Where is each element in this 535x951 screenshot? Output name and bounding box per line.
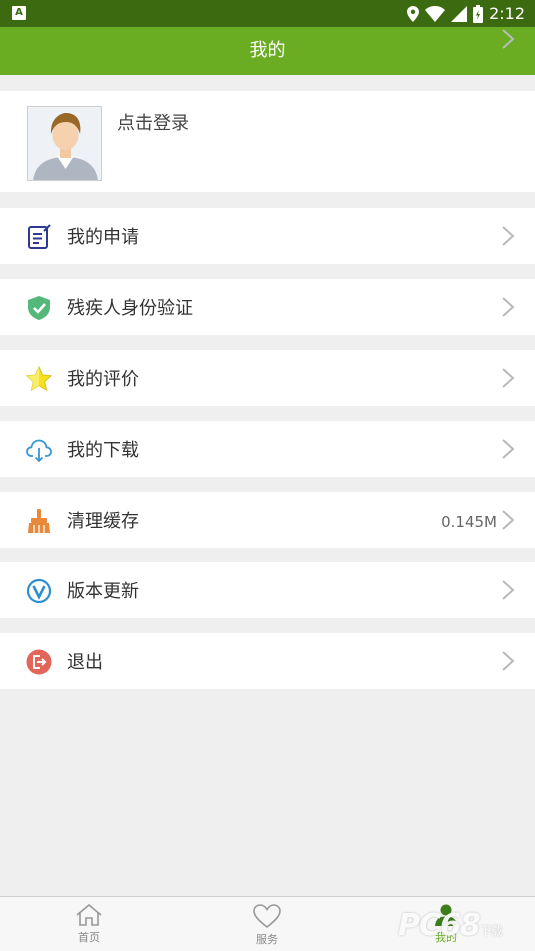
menu-item-my-downloads[interactable]: 我的下载 <box>0 421 535 477</box>
logout-icon <box>26 649 52 675</box>
signal-icon <box>451 5 468 22</box>
menu-item-identity-verification[interactable]: 残疾人身份验证 <box>0 279 535 335</box>
chevron-right-icon <box>502 651 515 671</box>
menu-item-my-applications[interactable]: 我的申请 <box>0 208 535 264</box>
battery-icon <box>473 4 484 23</box>
tab-label: 首页 <box>78 931 100 944</box>
login-text[interactable]: 点击登录 <box>117 109 189 135</box>
menu-item-version-update[interactable]: 版本更新 <box>0 562 535 618</box>
chevron-right-icon <box>502 510 515 530</box>
menu-item-label: 清理缓存 <box>67 511 139 532</box>
chevron-right-icon <box>502 368 515 388</box>
star-icon <box>26 366 52 392</box>
clock: 2:12 <box>489 4 525 23</box>
chevron-right-icon <box>502 297 515 317</box>
home-icon <box>76 903 102 926</box>
avatar[interactable] <box>27 106 102 181</box>
watermark-logo: PC68下载 <box>398 908 503 943</box>
version-update-icon <box>26 578 52 604</box>
heart-icon <box>253 904 281 929</box>
sim-icon: A <box>12 6 26 20</box>
page-title: 我的 <box>0 27 535 75</box>
tab-services[interactable]: 服务 <box>178 897 356 951</box>
wifi-icon <box>425 5 446 22</box>
cache-size: 0.145M <box>441 513 497 531</box>
shield-check-icon <box>28 296 50 320</box>
menu-item-label: 我的申请 <box>67 227 139 248</box>
location-icon <box>407 5 420 22</box>
status-bar: A 2:12 <box>0 0 535 27</box>
chevron-right-icon <box>502 439 515 459</box>
login-row[interactable]: 点击登录 <box>0 29 535 192</box>
menu-item-label: 残疾人身份验证 <box>67 298 193 319</box>
menu-item-clear-cache[interactable]: 清理缓存 0.145M <box>0 492 535 548</box>
application-icon <box>28 224 51 249</box>
chevron-right-icon <box>502 29 515 49</box>
menu-item-label: 退出 <box>67 652 103 673</box>
menu-item-logout[interactable]: 退出 <box>0 633 535 689</box>
tab-label: 服务 <box>256 933 278 946</box>
chevron-right-icon <box>502 580 515 600</box>
menu-item-my-reviews[interactable]: 我的评价 <box>0 350 535 406</box>
tab-home[interactable]: 首页 <box>0 897 178 951</box>
menu-item-label: 我的下载 <box>67 440 139 461</box>
menu-item-label: 我的评价 <box>67 369 139 390</box>
broom-icon <box>28 509 50 533</box>
cloud-download-icon <box>26 439 52 463</box>
menu-item-label: 版本更新 <box>67 581 139 602</box>
chevron-right-icon <box>502 226 515 246</box>
user-avatar-icon <box>28 107 101 180</box>
